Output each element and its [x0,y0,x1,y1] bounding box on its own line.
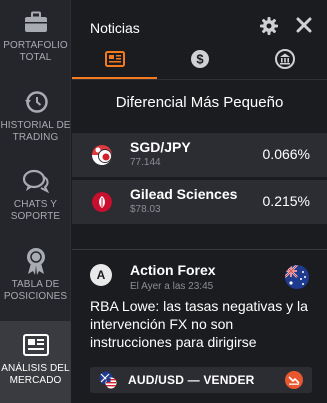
trade-signal-label: AUD/USD — VENDER [128,373,255,387]
asset-spread: 0.215% [262,193,310,209]
asset-name: Gilead Sciences [130,186,238,202]
award-icon [24,247,48,275]
sidebar-item-leaderboard[interactable]: TABLA DE POSICIONES [0,247,71,311]
asset-name: SGD/JPY [130,139,191,155]
australia-flag-icon [285,265,309,289]
sidebar-item-portfolio[interactable]: PORTAFOLIO TOTAL [0,8,71,72]
svg-text:$: $ [196,52,204,67]
sidebar-item-label: ANÁLISIS DEL MERCADO [1,363,70,386]
bank-icon [274,49,295,74]
aud-usd-flag-icon [99,371,117,389]
briefcase-icon [24,8,48,36]
asset-row-sgdjpy[interactable]: SGD/JPY 77.144 0.066% [72,133,327,177]
tabs-divider [72,79,327,80]
dollar-icon: $ [190,49,210,74]
sidebar-item-label: PORTAFOLIO TOTAL [3,40,68,63]
history-icon [23,88,49,116]
gilead-logo-icon [92,192,112,212]
asset-price: $78.03 [130,204,161,215]
news-panel: Noticias $ Diferencial Más Pequeño SGD/J… [72,0,327,403]
section-title: Diferencial Más Pequeño [115,94,284,111]
japan-flag-icon [98,149,112,163]
newspaper-icon [104,51,125,72]
news-timestamp: El Ayer a las 23:45 [130,281,214,292]
sidebar-item-market-analysis[interactable]: ANÁLISIS DEL MERCADO [0,321,71,403]
newspaper-icon [22,331,49,359]
source-logo-icon: A [90,264,112,286]
panel-title: Noticias [90,20,140,36]
tab-bank[interactable] [242,44,327,79]
tab-currency[interactable]: $ [157,44,242,79]
news-source: Action Forex [130,262,216,278]
news-headline[interactable]: RBA Lowe: las tasas negativas y la inter… [90,297,316,351]
asset-row-gilead[interactable]: Gilead Sciences $78.03 0.215% [72,180,327,224]
asset-spread: 0.066% [262,146,310,162]
close-icon[interactable] [296,17,312,38]
sidebar-item-label: HISTORIAL DE TRADING [0,120,71,143]
sell-signal-icon [285,371,303,389]
tab-news[interactable] [72,44,157,79]
sidebar: PORTAFOLIO TOTAL HISTORIAL DE TRADING CH… [0,0,71,403]
sidebar-item-trading-history[interactable]: HISTORIAL DE TRADING [0,88,71,152]
trade-signal-button[interactable]: AUD/USD — VENDER [90,367,312,393]
asset-price: 77.144 [130,157,161,168]
sidebar-item-label: CHATS Y SOPORTE [10,199,61,222]
sidebar-item-label: TABLA DE POSICIONES [3,279,68,302]
chat-icon [22,167,50,195]
sidebar-item-chat-support[interactable]: CHATS Y SOPORTE [0,167,71,231]
section-divider [72,249,327,250]
gear-icon[interactable] [260,17,278,40]
tabs: $ [72,44,327,79]
